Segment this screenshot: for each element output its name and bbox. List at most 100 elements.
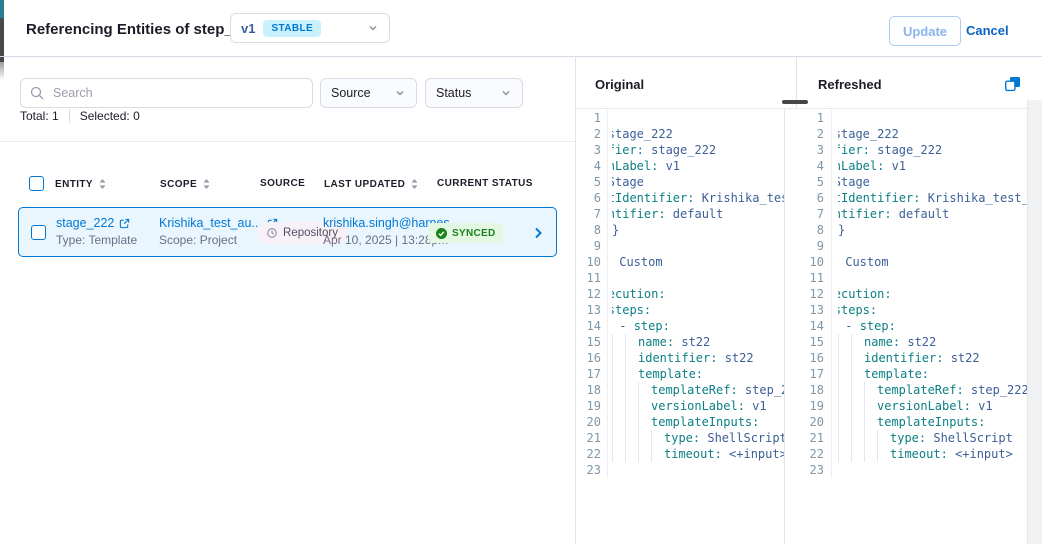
line-number: 2 (785, 126, 832, 142)
indent-guide (838, 382, 851, 398)
search-input[interactable] (51, 85, 303, 101)
indent-guide (638, 446, 651, 462)
sort-icon[interactable] (98, 178, 107, 190)
indent-guide (625, 414, 638, 430)
line-number: 20 (575, 414, 608, 430)
indent-guide (851, 350, 864, 366)
code-line: 22timeout: <+input> (575, 446, 784, 462)
line-number: 3 (575, 142, 608, 158)
indent-guide (638, 430, 651, 446)
code-line: 2stage_222 (575, 126, 784, 142)
line-number: 4 (575, 158, 608, 174)
code-line: 16identifier: st22 (785, 350, 1027, 366)
refreshed-code-editor[interactable]: 12stage_2223fier: stage_2224nLabel: v15S… (785, 109, 1027, 544)
indent-guide (838, 350, 851, 366)
indent-guide (625, 382, 638, 398)
entity-link[interactable]: stage_222 (56, 216, 114, 231)
column-header-scope: SCOPE (160, 178, 211, 190)
indent-guide (612, 446, 625, 462)
cancel-button[interactable]: Cancel (966, 23, 1009, 38)
indent-guide (838, 334, 851, 350)
check-icon (436, 228, 447, 239)
code-line: 2stage_222 (785, 126, 1027, 142)
indent-guide (851, 382, 864, 398)
row-checkbox[interactable] (31, 225, 46, 240)
code-line: 23 (785, 462, 1027, 478)
line-number: 3 (785, 142, 832, 158)
header-divider (0, 56, 1042, 57)
indent-guide (838, 430, 851, 446)
indent-guide (625, 398, 638, 414)
line-number: 19 (785, 398, 832, 414)
code-line: 13steps: (575, 302, 784, 318)
copy-button[interactable] (1004, 76, 1021, 92)
indent-guide (864, 382, 877, 398)
line-number: 4 (785, 158, 832, 174)
line-number: 8 (575, 222, 608, 238)
code-line: 12ecution: (575, 286, 784, 302)
code-line: 23 (575, 462, 784, 478)
line-number: 1 (575, 110, 608, 126)
original-code-editor[interactable]: 12stage_2223fier: stage_2224nLabel: v15S… (575, 109, 784, 544)
sort-icon[interactable] (202, 178, 211, 190)
line-number: 21 (785, 430, 832, 446)
line-number: 5 (575, 174, 608, 190)
select-all-checkbox[interactable] (29, 176, 44, 191)
page-title: Referencing Entities of step_222 (26, 21, 258, 38)
entity-type: Type: Template (56, 233, 137, 248)
code-line: 5Stage (785, 174, 1027, 190)
code-line: 11 (785, 270, 1027, 286)
line-number: 9 (575, 238, 608, 254)
indent-guide (864, 430, 877, 446)
external-link-icon[interactable] (119, 218, 130, 229)
section-divider (0, 141, 575, 142)
code-line: 9 (785, 238, 1027, 254)
indent-guide (864, 446, 877, 462)
indent-guide (651, 430, 664, 446)
sort-icon[interactable] (410, 178, 419, 190)
status-filter-select[interactable]: Status (425, 78, 523, 108)
horizontal-scrollbar-thumb[interactable] (782, 100, 808, 104)
indent-guide (612, 382, 625, 398)
status-badge: SYNCED (428, 223, 503, 243)
code-line: 17template: (575, 366, 784, 382)
referencing-entities-modal: Referencing Entities of step_222 v1 STAB… (0, 0, 1042, 544)
line-number: 16 (575, 350, 608, 366)
scrollbar-track[interactable] (1027, 100, 1042, 544)
indent-guide (851, 430, 864, 446)
code-line: 21type: ShellScript (575, 430, 784, 446)
version-label: v1 (241, 21, 255, 36)
version-select[interactable]: v1 STABLE (230, 13, 390, 43)
code-line: 1 (575, 110, 784, 126)
indent-guide (625, 446, 638, 462)
total-count: Total: 1 (20, 109, 59, 123)
code-line: 15name: st22 (575, 334, 784, 350)
line-number: 1 (785, 110, 832, 126)
repository-icon (266, 227, 278, 239)
code-line: 10 Custom (575, 254, 784, 270)
code-line: 7ntifier: default (785, 206, 1027, 222)
indent-guide (851, 446, 864, 462)
line-number: 11 (575, 270, 608, 286)
chevron-right-icon[interactable] (531, 226, 545, 240)
line-number: 9 (785, 238, 832, 254)
code-line: 20templateInputs: (575, 414, 784, 430)
indent-guide (838, 366, 851, 382)
table-row[interactable]: stage_222 Type: Template Krishika_test_a… (18, 207, 557, 257)
chevron-down-icon (367, 22, 379, 34)
source-filter-select[interactable]: Source (320, 78, 417, 108)
indent-guide (838, 398, 851, 414)
code-line: 8} (575, 222, 784, 238)
code-line: 19versionLabel: v1 (575, 398, 784, 414)
indent-guide (838, 414, 851, 430)
line-number: 12 (785, 286, 832, 302)
scope-link[interactable]: Krishika_test_au... (159, 216, 262, 231)
line-number: 21 (575, 430, 608, 446)
line-number: 14 (575, 318, 608, 334)
indent-guide (877, 446, 890, 462)
code-line: 21type: ShellScript (785, 430, 1027, 446)
update-button[interactable]: Update (889, 16, 961, 46)
indent-guide (851, 334, 864, 350)
column-header-last-updated: LAST UPDATED (324, 178, 419, 190)
search-box[interactable] (20, 78, 313, 108)
